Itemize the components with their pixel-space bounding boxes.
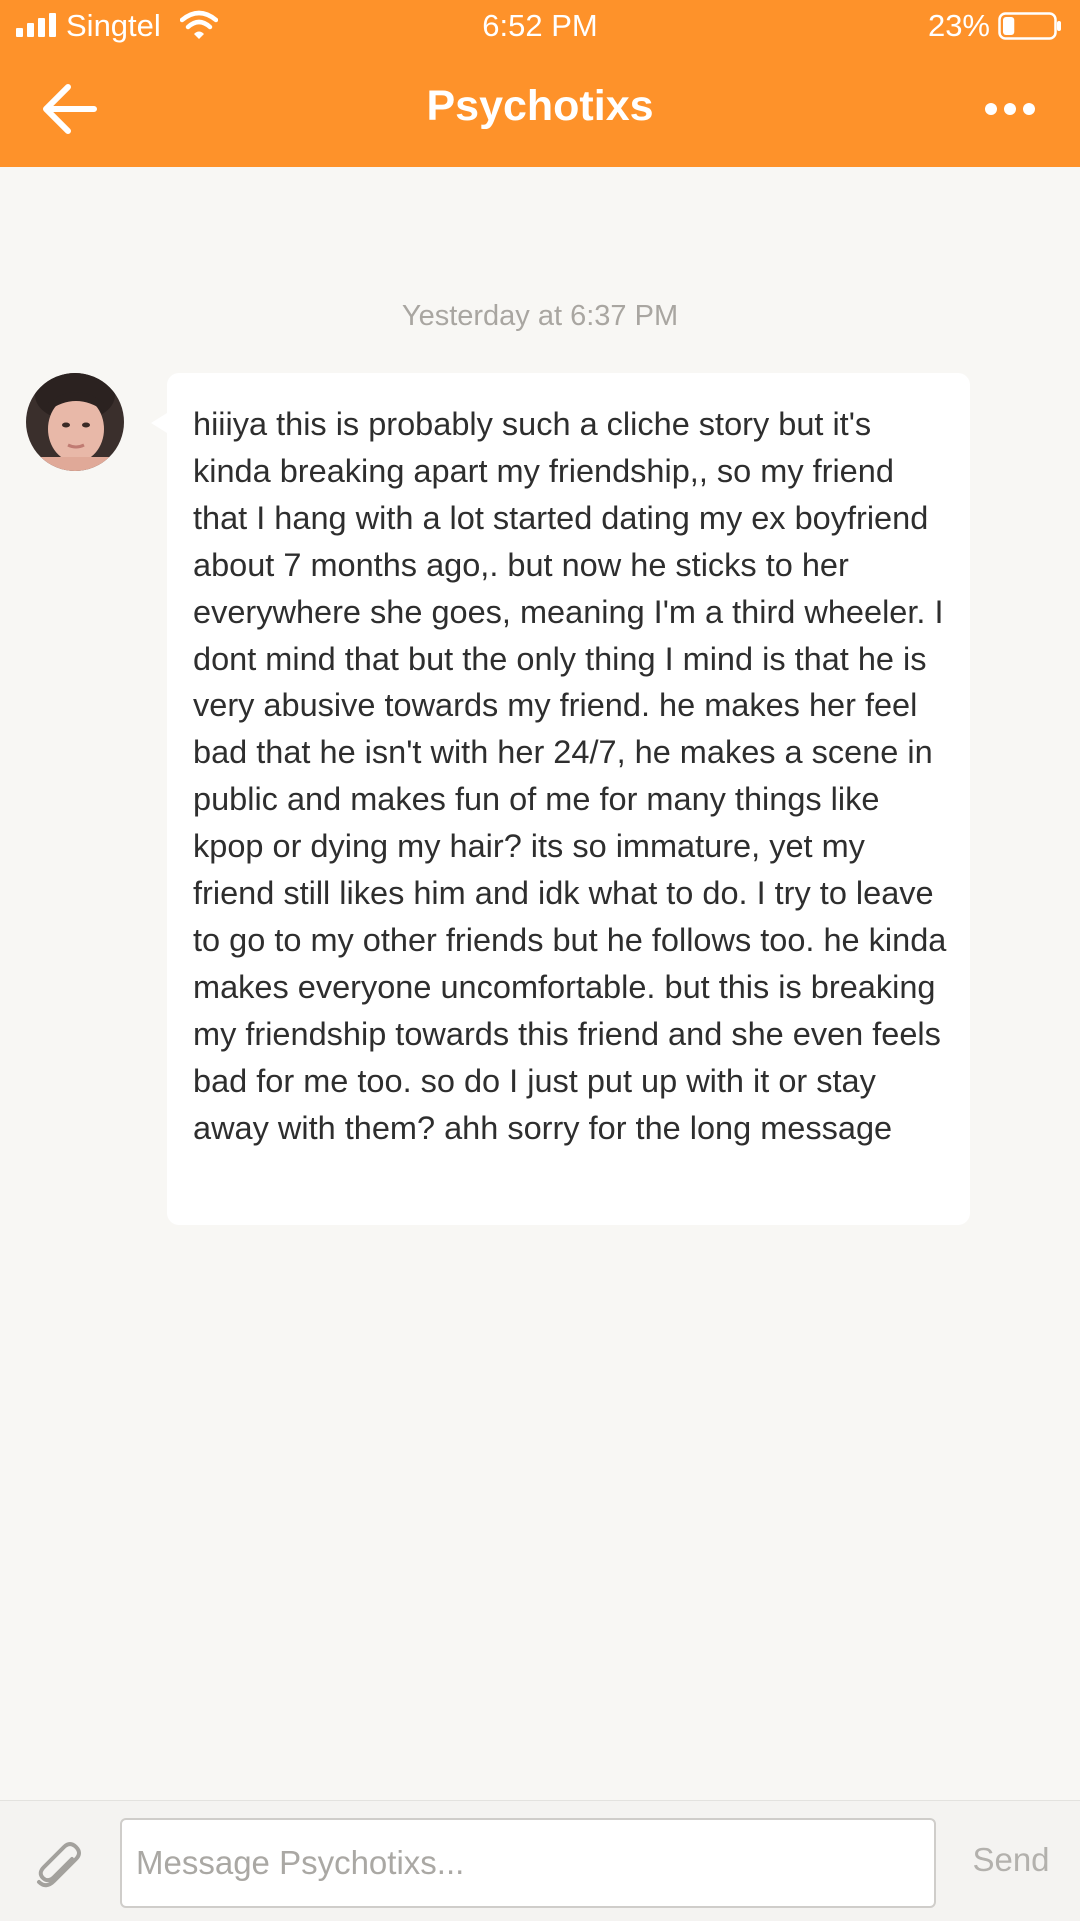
app-header: Singtel 6:52 PM 23% Psychotixs xyxy=(0,0,1080,167)
message-text: hiiiya this is probably such a cliche st… xyxy=(193,406,947,1146)
status-bar: Singtel 6:52 PM 23% xyxy=(0,0,1080,54)
status-time: 6:52 PM xyxy=(482,8,598,43)
avatar-image xyxy=(26,373,124,471)
more-options-icon[interactable] xyxy=(984,100,1036,118)
message-input[interactable] xyxy=(120,1818,936,1908)
paperclip-icon[interactable] xyxy=(32,1839,88,1895)
battery-percentage: 23% xyxy=(927,8,990,43)
battery-level xyxy=(1003,17,1015,35)
message-timestamp: Yesterday at 6:37 PM xyxy=(401,300,679,332)
avatar[interactable] xyxy=(26,373,124,471)
send-button[interactable]: Send xyxy=(956,1841,1066,1879)
page-title: Psychotixs xyxy=(426,82,654,130)
message-composer: Send xyxy=(0,1800,1080,1921)
bubble-tail xyxy=(151,413,167,433)
message-bubble[interactable]: hiiiya this is probably such a cliche st… xyxy=(151,373,970,1225)
battery-icon xyxy=(998,12,1061,40)
